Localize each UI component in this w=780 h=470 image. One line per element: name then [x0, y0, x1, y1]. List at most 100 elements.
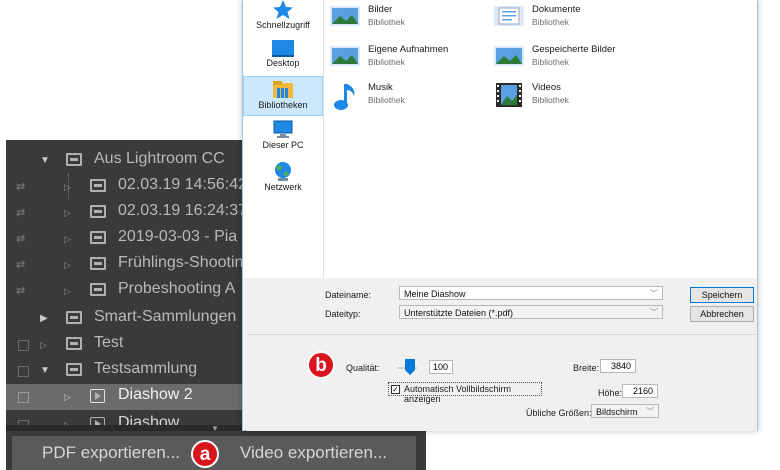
sync-icon: ⇄ [16, 181, 26, 193]
fullscreen-checkbox-focus[interactable]: ✓ Automatisch Vollbildschirm anzeigen [388, 382, 542, 404]
quality-label: Qualität: [346, 363, 380, 373]
film-strip-icon [496, 83, 522, 107]
collection-label: Test [94, 334, 124, 351]
pictures-library-icon [330, 6, 360, 26]
library-name: Musik [368, 82, 393, 93]
export-options-area: Qualität: 100 ✓ Automatisch Vollbildschi… [247, 334, 757, 431]
video-export-button[interactable]: Video exportieren... [240, 443, 387, 463]
library-item-eigene-aufnahmen[interactable]: Eigene Aufnahmen Bibliothek [330, 42, 490, 76]
sync-icon: ⇄ [16, 207, 26, 219]
collection-label: Testsammlung [94, 360, 198, 377]
height-label: Höhe: [598, 388, 623, 398]
library-item-videos[interactable]: Videos Bibliothek [494, 80, 654, 114]
expand-triangle-icon[interactable]: ▷ [64, 260, 71, 271]
library-name: Videos [532, 82, 561, 93]
expand-triangle-icon[interactable]: ▷ [64, 234, 71, 245]
expand-triangle-icon[interactable]: ▷ [64, 392, 71, 403]
save-button[interactable]: Speichern [690, 287, 754, 303]
chevron-down-icon[interactable]: ﹀ [646, 405, 654, 419]
collection-label: Aus Lightroom CC [94, 150, 225, 167]
navigation-pane: Schnellzugriff Desktop Bibliotheken Dies… [243, 0, 324, 278]
chevron-down-icon[interactable]: ﹀ [650, 287, 658, 301]
documents-library-icon [494, 6, 524, 26]
network-globe-icon [275, 162, 291, 181]
collection-label: Smart-Sammlungen [94, 308, 237, 325]
library-type: Bibliothek [532, 57, 569, 67]
panel-collapse-arrow-icon[interactable]: ▼ [211, 424, 219, 433]
collection-icon [90, 205, 106, 218]
library-type: Bibliothek [368, 17, 405, 27]
library-name: Dokumente [532, 4, 581, 15]
collection-label: 02.03.19 16:24:37 [118, 202, 248, 219]
library-item-gespeicherte-bilder[interactable]: Gespeicherte Bilder Bibliothek [494, 42, 654, 76]
common-sizes-label: Übliche Größen: [526, 408, 592, 418]
library-type: Bibliothek [532, 95, 569, 105]
callout-a: a [191, 440, 219, 468]
library-name: Gespeicherte Bilder [532, 44, 616, 55]
expand-triangle-icon[interactable]: ▷ [64, 208, 71, 219]
collection-icon [90, 231, 106, 244]
nav-label: Dieser PC [262, 140, 304, 150]
collection-label: Diashow 2 [118, 386, 193, 403]
collection-label: Frühlings-Shootin [118, 254, 244, 271]
slideshow-icon [90, 389, 105, 403]
nav-label: Bibliotheken [258, 100, 308, 110]
expand-triangle-icon[interactable]: ▼ [40, 155, 50, 166]
filetype-select[interactable]: Unterstützte Dateien (*.pdf) ﹀ [399, 305, 663, 319]
target-checkbox[interactable] [18, 366, 29, 377]
quality-slider-thumb[interactable] [405, 359, 415, 375]
library-item-bilder[interactable]: Bilder Bibliothek [330, 2, 490, 36]
filename-label: Dateiname: [325, 290, 372, 300]
library-name: Eigene Aufnahmen [368, 44, 449, 55]
library-name: Bilder [368, 4, 393, 15]
nav-this-pc[interactable]: Dieser PC [243, 120, 323, 156]
target-checkbox[interactable] [18, 392, 29, 403]
collection-icon [90, 283, 106, 296]
sync-icon: ⇄ [16, 233, 26, 245]
target-checkbox[interactable] [18, 340, 29, 351]
libraries-folder-icon [273, 81, 293, 98]
music-note-icon [334, 84, 355, 110]
filename-input[interactable]: Meine Diashow ﹀ [399, 286, 663, 300]
nav-network[interactable]: Netzwerk [243, 160, 323, 198]
desktop-icon [272, 40, 294, 57]
smart-collection-set-icon [66, 311, 82, 324]
quality-input[interactable]: 100 [429, 360, 453, 374]
expand-triangle-icon[interactable]: ▷ [64, 182, 71, 193]
nav-desktop[interactable]: Desktop [243, 40, 323, 76]
filename-value: Meine Diashow [404, 289, 466, 299]
chevron-down-icon[interactable]: ﹀ [650, 306, 658, 320]
collection-icon [66, 337, 82, 350]
library-item-musik[interactable]: Musik Bibliothek [330, 80, 490, 114]
width-label: Breite: [573, 363, 600, 373]
nav-quick-access[interactable]: Schnellzugriff [243, 0, 323, 36]
star-icon [273, 0, 293, 19]
camera-roll-library-icon [330, 46, 360, 66]
expand-triangle-icon[interactable]: ▼ [40, 365, 50, 376]
collection-set-icon [66, 153, 82, 166]
filetype-value: Unterstützte Dateien (*.pdf) [404, 308, 514, 318]
nav-label: Schnellzugriff [256, 20, 310, 30]
file-list-area: Bilder Bibliothek Dokumente Bibliothek E… [324, 0, 757, 278]
collection-label: 2019-03-03 - Pia [118, 228, 238, 245]
expand-triangle-icon[interactable]: ▷ [64, 286, 71, 297]
width-input[interactable]: 3840 [600, 359, 636, 373]
common-sizes-select[interactable]: Bildschirm ﹀ [591, 404, 659, 418]
nav-libraries[interactable]: Bibliotheken [243, 76, 323, 116]
fullscreen-checkbox[interactable]: ✓ [391, 385, 400, 394]
nav-label: Netzwerk [264, 182, 302, 192]
expand-triangle-icon[interactable]: ▷ [40, 340, 47, 351]
computer-icon [273, 120, 293, 138]
common-sizes-value: Bildschirm [596, 407, 638, 417]
collapsed-triangle-icon[interactable]: ▶ [40, 313, 48, 324]
cancel-button[interactable]: Abbrechen [690, 306, 754, 322]
library-item-dokumente[interactable]: Dokumente Bibliothek [494, 2, 654, 36]
library-type: Bibliothek [368, 57, 405, 67]
callout-b: b [307, 351, 335, 379]
sync-icon: ⇄ [16, 259, 26, 271]
filetype-label: Dateityp: [325, 309, 361, 319]
collection-icon [90, 179, 106, 192]
height-input[interactable]: 2160 [622, 384, 658, 398]
library-type: Bibliothek [532, 17, 569, 27]
pdf-export-button[interactable]: PDF exportieren... [42, 443, 180, 463]
